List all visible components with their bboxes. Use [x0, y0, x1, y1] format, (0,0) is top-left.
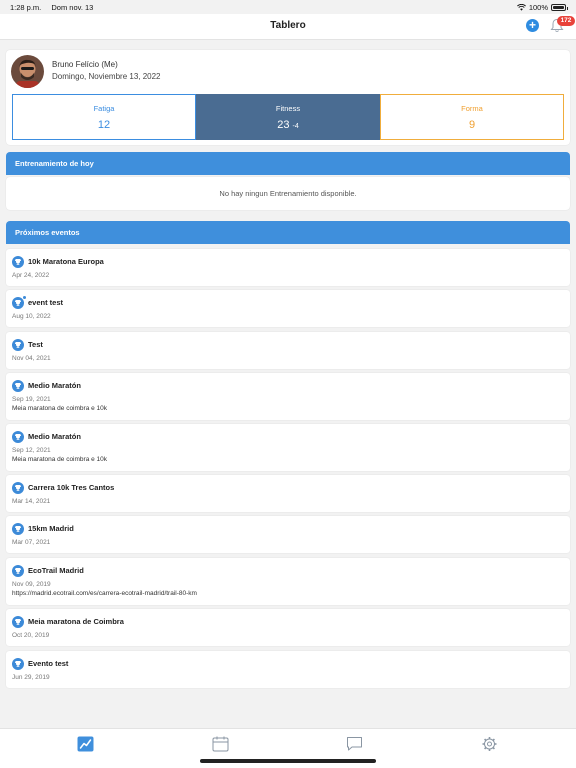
tab-settings[interactable]: [481, 736, 499, 752]
event-title: Evento test: [28, 659, 69, 668]
empty-training-text: No hay ningun Entrenamiento disponible.: [219, 189, 357, 198]
fitness-value: 23: [277, 119, 290, 131]
event-title: Medio Maratón: [28, 432, 81, 441]
fitness-metric[interactable]: Fitness 23 -4: [196, 94, 380, 140]
notification-badge: 172: [557, 16, 575, 26]
event-item[interactable]: Evento test Jun 29, 2019: [6, 651, 570, 688]
event-item[interactable]: Test Nov 04, 2021: [6, 332, 570, 369]
event-title: Carrera 10k Tres Cantos: [28, 483, 115, 492]
event-description: Meia maratona de coimbra e 10k: [12, 456, 108, 463]
event-date: Sep 12, 2021: [12, 447, 51, 454]
event-item[interactable]: 15km Madrid Mar 07, 2021: [6, 516, 570, 553]
event-title: Meia maratona de Coimbra: [28, 617, 124, 626]
custom-event-dot-icon: [22, 295, 27, 300]
fatigue-value: 12: [97, 119, 111, 131]
tab-dashboard[interactable]: [77, 736, 95, 752]
trophy-icon: [12, 256, 24, 268]
status-bar: 1:28 p.m. Dom nov. 13 100%: [0, 0, 576, 14]
tab-calendar[interactable]: [212, 736, 230, 752]
tab-messages[interactable]: [346, 736, 364, 752]
event-date: Nov 04, 2021: [12, 355, 51, 362]
event-date: Jun 29, 2019: [12, 674, 50, 681]
event-date: Oct 20, 2019: [12, 632, 50, 639]
profile-date: Domingo, Noviembre 13, 2022: [52, 72, 161, 81]
event-date: Aug 10, 2022: [12, 313, 51, 320]
trophy-icon: [12, 431, 24, 443]
event-title: Medio Maratón: [28, 381, 81, 390]
calendar-icon: [212, 736, 229, 752]
form-value: 9: [468, 119, 476, 131]
add-button[interactable]: +: [526, 19, 539, 32]
gear-icon: [482, 737, 497, 751]
event-item[interactable]: Medio Maratón Sep 19, 2021 Meia maratona…: [6, 373, 570, 420]
event-item[interactable]: EcoTrail Madrid Nov 09, 2019 https://mad…: [6, 558, 570, 605]
fitness-label: Fitness: [275, 104, 301, 113]
event-date: Apr 24, 2022: [12, 272, 50, 279]
event-title: Test: [28, 340, 43, 349]
trophy-icon: [12, 482, 24, 494]
event-date: Nov 09, 2019: [12, 581, 51, 588]
home-indicator: [200, 759, 376, 763]
event-item[interactable]: Medio Maratón Sep 12, 2021 Meia maratona…: [6, 424, 570, 471]
fitness-value-row: 23 -4: [197, 119, 379, 131]
trend-chart-icon: [77, 736, 94, 752]
event-date: Mar 14, 2021: [12, 498, 51, 505]
event-title: event test: [28, 298, 64, 307]
event-item[interactable]: 10k Maratona Europa Apr 24, 2022: [6, 249, 570, 286]
battery-icon: [551, 4, 568, 11]
upcoming-events-header: Próximos eventos: [6, 221, 570, 244]
event-date: Mar 07, 2021: [12, 539, 51, 546]
avatar[interactable]: [11, 55, 44, 88]
trophy-icon: [12, 380, 24, 392]
profile-name: Bruno Felício (Me): [52, 60, 118, 69]
form-label: Forma: [461, 104, 483, 113]
event-title: 10k Maratona Europa: [28, 257, 104, 266]
trophy-icon: [12, 523, 24, 535]
trophy-icon: [12, 565, 24, 577]
status-date: Dom nov. 13: [51, 3, 94, 12]
event-item[interactable]: Meia maratona de Coimbra Oct 20, 2019: [6, 609, 570, 646]
wifi-icon: [516, 4, 526, 11]
fatigue-label: Fatiga: [93, 104, 115, 113]
metrics-row: Fatiga 12 Fitness 23 -4 Forma 9: [12, 94, 564, 140]
today-training-header: Entrenamiento de hoy: [6, 152, 570, 175]
profile-card: Bruno Felício (Me) Domingo, Noviembre 13…: [6, 50, 570, 145]
event-description: https://madrid.ecotrail.com/es/carrera-e…: [12, 590, 197, 597]
status-time: 1:28 p.m.: [10, 3, 42, 12]
fitness-delta: -4: [292, 123, 299, 130]
trophy-icon: [12, 658, 24, 670]
event-title: 15km Madrid: [28, 524, 74, 533]
chat-icon: [347, 737, 362, 751]
event-item[interactable]: Carrera 10k Tres Cantos Mar 14, 2021: [6, 475, 570, 512]
event-title: EcoTrail Madrid: [28, 566, 84, 575]
trophy-icon: [12, 616, 24, 628]
today-training-card: No hay ningun Entrenamiento disponible.: [6, 177, 570, 210]
battery-percent: 100%: [528, 3, 548, 12]
trophy-icon: [12, 339, 24, 351]
fatigue-metric[interactable]: Fatiga 12: [12, 94, 196, 140]
page-title: Tablero: [270, 20, 306, 31]
event-date: Sep 19, 2021: [12, 396, 51, 403]
nav-bar: Tablero + 172: [0, 14, 576, 40]
event-item[interactable]: event test Aug 10, 2022: [6, 290, 570, 327]
form-metric[interactable]: Forma 9: [380, 94, 564, 140]
event-description: Meia maratona de coimbra e 10k: [12, 405, 108, 412]
plus-icon: +: [528, 18, 536, 32]
